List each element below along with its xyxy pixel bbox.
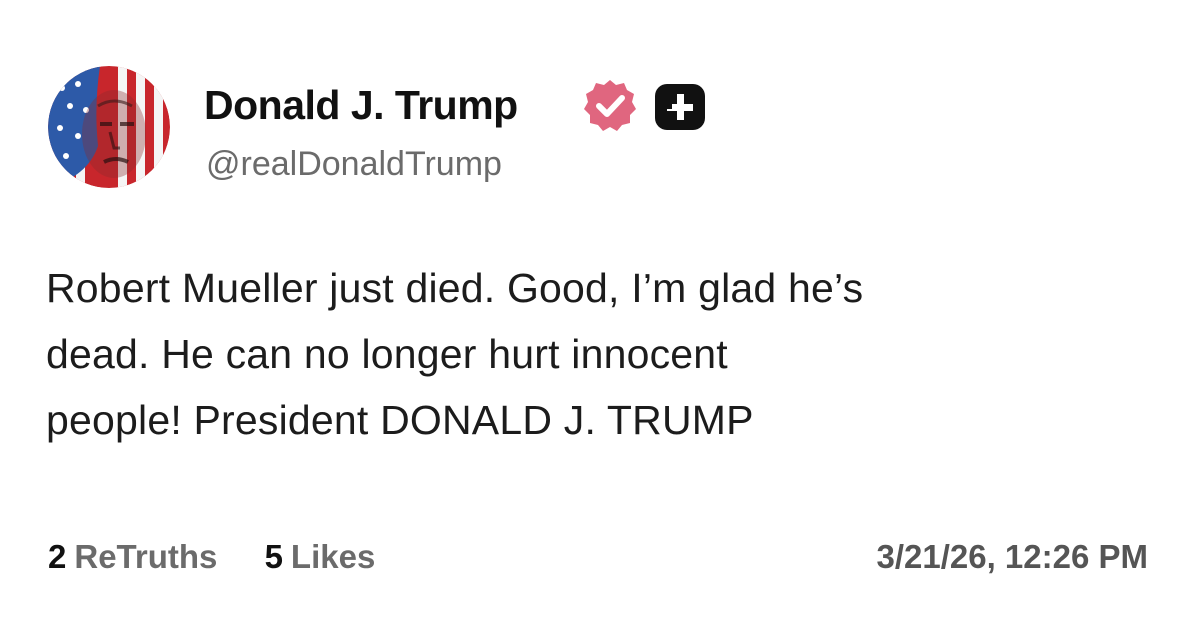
post-card: Donald J. Trump @realDonaldTrump Robert … (0, 0, 1200, 630)
post-body-line: people! President DONALD J. TRUMP (46, 397, 754, 443)
verified-badge-icon (584, 80, 636, 131)
truth-plus-icon (655, 84, 705, 130)
post-body-line: dead. He can no longer hurt innocent (46, 331, 728, 377)
likes-stat[interactable]: 5 Likes (265, 538, 376, 576)
retruths-count: 2 (48, 538, 67, 575)
retruths-label: ReTruths (74, 538, 218, 575)
post-timestamp[interactable]: 3/21/26, 12:26 PM (876, 538, 1148, 576)
likes-count: 5 (264, 538, 283, 575)
retruths-stat[interactable]: 2 ReTruths (48, 538, 217, 576)
likes-label: Likes (290, 538, 376, 575)
avatar[interactable] (48, 66, 170, 188)
author-display-name[interactable]: Donald J. Trump (204, 82, 518, 129)
flag-portrait-avatar-icon (48, 66, 170, 188)
post-stats: 2 ReTruths 5 Likes (48, 538, 413, 576)
post-body: Robert Mueller just died. Good, I’m glad… (46, 255, 1156, 453)
author-handle[interactable]: @realDonaldTrump (206, 145, 502, 184)
post-body-line: Robert Mueller just died. Good, I’m glad… (46, 265, 864, 311)
